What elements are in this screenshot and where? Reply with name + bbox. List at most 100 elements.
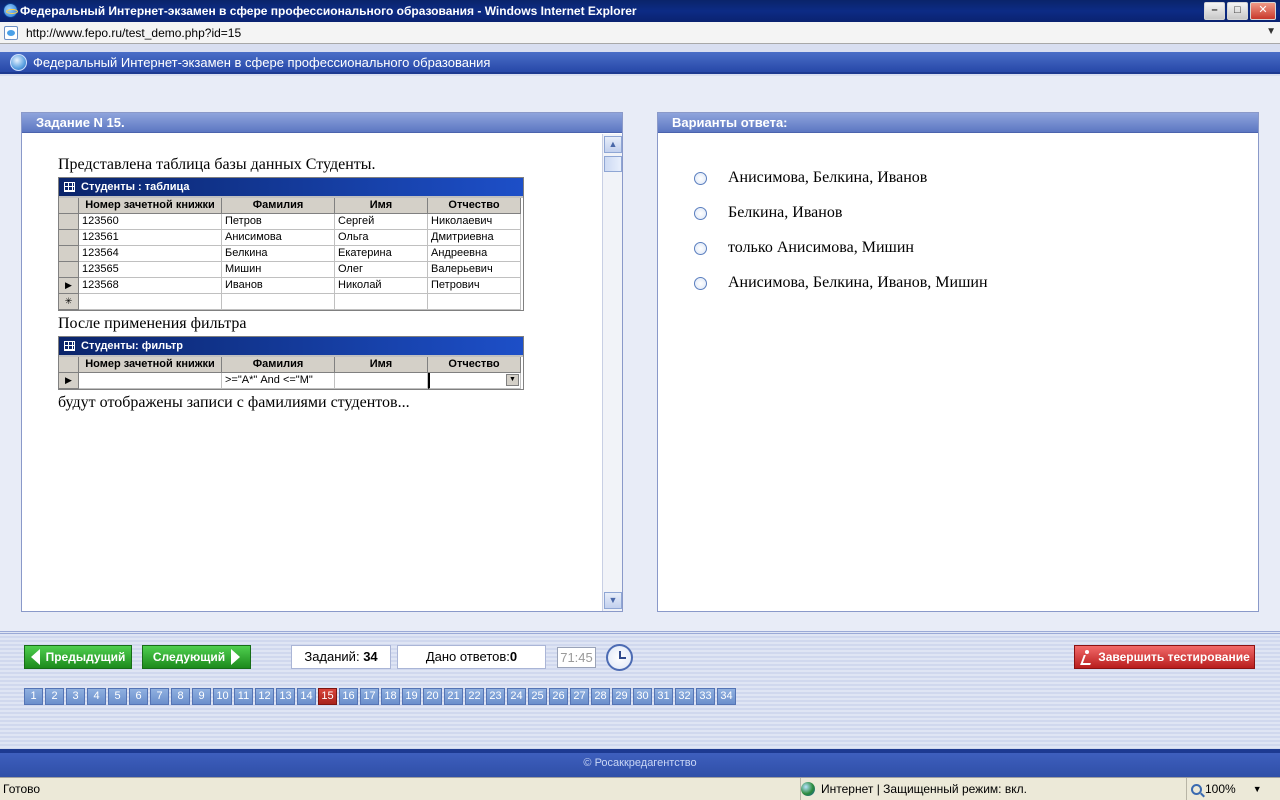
table-cell[interactable]: Дмитриевна [428, 230, 521, 246]
url-text[interactable]: http://www.fepo.ru/test_demo.php?id=15 [26, 26, 241, 40]
zoom-control[interactable]: 100% ▼ [1186, 778, 1262, 800]
table-cell[interactable]: Николаевич [428, 214, 521, 230]
radio-button[interactable] [694, 241, 707, 255]
page-button[interactable]: 14 [297, 688, 316, 705]
table-cell[interactable]: Мишин [222, 262, 335, 278]
page-button[interactable]: 2 [45, 688, 64, 705]
minimize-button[interactable]: – [1204, 2, 1225, 20]
chevron-down-icon[interactable]: ▼ [1266, 26, 1276, 37]
table-cell[interactable]: 123565 [79, 262, 222, 278]
table-cell[interactable] [79, 294, 222, 310]
table-cell[interactable]: Петрович [428, 278, 521, 294]
page-button[interactable]: 27 [570, 688, 589, 705]
page-button[interactable]: 9 [192, 688, 211, 705]
page-button[interactable]: 3 [66, 688, 85, 705]
row-selector[interactable] [59, 246, 79, 262]
chevron-down-icon[interactable]: ▼ [506, 374, 519, 386]
scroll-down-icon[interactable]: ▼ [604, 592, 622, 609]
table-cell[interactable] [428, 294, 521, 310]
page-button[interactable]: 10 [213, 688, 232, 705]
row-selector[interactable] [59, 214, 79, 230]
next-button[interactable]: Следующий [142, 645, 251, 669]
page-button[interactable]: 29 [612, 688, 631, 705]
answer-option[interactable]: Анисимова, Белкина, Иванов [694, 169, 927, 187]
table-cell[interactable]: 123561 [79, 230, 222, 246]
table-cell[interactable]: Иванов [222, 278, 335, 294]
page-button[interactable]: 5 [108, 688, 127, 705]
row-selector[interactable]: ▶ [59, 278, 79, 294]
filter-cell[interactable]: >="А*" And <="М" [222, 373, 335, 389]
maximize-button[interactable]: □ [1227, 2, 1248, 20]
page-button[interactable]: 21 [444, 688, 463, 705]
answer-option[interactable]: Белкина, Иванов [694, 204, 842, 222]
page-button[interactable]: 16 [339, 688, 358, 705]
close-button[interactable]: ✕ [1250, 2, 1276, 20]
students-table-title: Студенты : таблица [59, 178, 523, 196]
scroll-up-icon[interactable]: ▲ [604, 136, 622, 153]
page-button[interactable]: 1 [24, 688, 43, 705]
radio-button[interactable] [694, 171, 707, 185]
page-button[interactable]: 26 [549, 688, 568, 705]
address-bar[interactable]: http://www.fepo.ru/test_demo.php?id=15 ▼ [0, 22, 1280, 44]
page-button[interactable]: 28 [591, 688, 610, 705]
table-cell[interactable]: Валерьевич [428, 262, 521, 278]
page-button[interactable]: 6 [129, 688, 148, 705]
radio-button[interactable] [694, 206, 707, 220]
page-button[interactable]: 22 [465, 688, 484, 705]
table-cell[interactable]: 123568 [79, 278, 222, 294]
question-intro: Представлена таблица базы данных Студент… [58, 156, 376, 173]
question-scrollbar[interactable]: ▲ ▼ [602, 134, 622, 611]
page-button[interactable]: 18 [381, 688, 400, 705]
table-cell[interactable]: Петров [222, 214, 335, 230]
page-button[interactable]: 4 [87, 688, 106, 705]
column-header: Отчество [428, 357, 521, 373]
table-cell[interactable]: Андреевна [428, 246, 521, 262]
table-cell[interactable]: Белкина [222, 246, 335, 262]
table-cell[interactable]: Анисимова [222, 230, 335, 246]
table-cell[interactable]: Сергей [335, 214, 428, 230]
page-button[interactable]: 30 [633, 688, 652, 705]
copyright: © Росаккредагентство [583, 757, 697, 769]
table-cell[interactable]: Екатерина [335, 246, 428, 262]
row-selector[interactable] [59, 262, 79, 278]
scroll-thumb[interactable] [604, 156, 622, 172]
table-cell[interactable]: Николай [335, 278, 428, 294]
table-cell[interactable] [222, 294, 335, 310]
page-button[interactable]: 19 [402, 688, 421, 705]
filter-cell[interactable] [79, 373, 222, 389]
page-button[interactable]: 7 [150, 688, 169, 705]
filter-cell[interactable] [335, 373, 428, 389]
table-cell[interactable] [335, 294, 428, 310]
row-selector[interactable] [59, 230, 79, 246]
page-button[interactable]: 13 [276, 688, 295, 705]
table-cell[interactable]: 123564 [79, 246, 222, 262]
page-button[interactable]: 17 [360, 688, 379, 705]
previous-button[interactable]: Предыдущий [24, 645, 132, 669]
page-button[interactable]: 32 [675, 688, 694, 705]
answer-option[interactable]: только Анисимова, Мишин [694, 239, 914, 257]
tasks-count: 34 [363, 649, 378, 664]
page-button[interactable]: 15 [318, 688, 337, 705]
filter-cell[interactable]: ▼ [428, 373, 521, 389]
page-button[interactable]: 25 [528, 688, 547, 705]
radio-button[interactable] [694, 276, 707, 290]
students-grid: Номер зачетной книжки Фамилия Имя Отчество 1… [59, 196, 523, 310]
page-button[interactable]: 33 [696, 688, 715, 705]
table-cell[interactable]: Ольга [335, 230, 428, 246]
page-button[interactable]: 34 [717, 688, 736, 705]
table-cell[interactable]: 123560 [79, 214, 222, 230]
page-button[interactable]: 23 [486, 688, 505, 705]
page-button[interactable]: 24 [507, 688, 526, 705]
page-button[interactable]: 31 [654, 688, 673, 705]
page-button[interactable]: 20 [423, 688, 442, 705]
row-selector[interactable]: ▶ [59, 373, 79, 389]
security-zone[interactable]: Интернет | Защищенный режим: вкл. [800, 778, 1027, 800]
page-button[interactable]: 11 [234, 688, 253, 705]
table-cell[interactable]: Олег [335, 262, 428, 278]
new-row-icon[interactable]: ✳ [59, 294, 79, 310]
page-button[interactable]: 12 [255, 688, 274, 705]
answer-option[interactable]: Анисимова, Белкина, Иванов, Мишин [694, 274, 988, 292]
finish-test-button[interactable]: Завершить тестирование [1074, 645, 1255, 669]
chevron-down-icon[interactable]: ▼ [1253, 778, 1262, 800]
page-button[interactable]: 8 [171, 688, 190, 705]
